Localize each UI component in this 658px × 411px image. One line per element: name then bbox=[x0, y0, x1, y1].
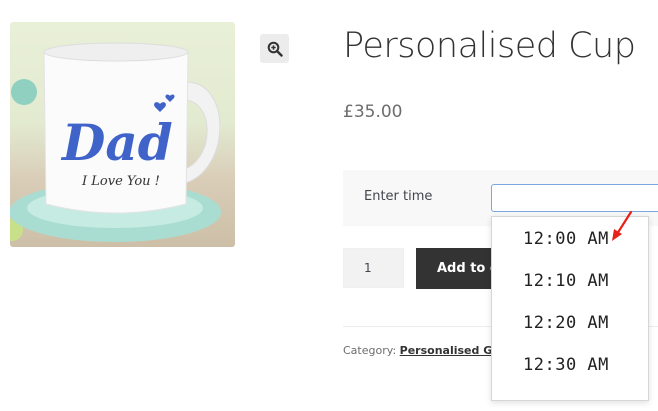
time-option[interactable]: 12:10 AM bbox=[523, 271, 609, 291]
mug-rim bbox=[43, 42, 189, 62]
quantity-input[interactable] bbox=[343, 248, 404, 288]
time-option[interactable]: 12:30 AM bbox=[523, 355, 609, 375]
product-title: Personalised Cup bbox=[343, 26, 636, 66]
time-option[interactable]: 12:20 AM bbox=[523, 313, 609, 333]
time-option[interactable]: 12:00 AM bbox=[523, 229, 609, 249]
mug-illustration: Dad I Love You ! bbox=[10, 42, 221, 242]
zoom-button[interactable] bbox=[260, 34, 289, 63]
category-label: Category: bbox=[343, 344, 397, 357]
product-price: £35.00 bbox=[343, 102, 403, 122]
zoom-in-icon bbox=[267, 41, 283, 57]
mug-text-sub: I Love You ! bbox=[81, 174, 160, 189]
product-image[interactable]: Dad I Love You ! bbox=[10, 22, 235, 247]
decor-ball bbox=[11, 79, 37, 105]
time-field-label: Enter time bbox=[364, 189, 433, 204]
red-arrow-icon bbox=[612, 210, 633, 241]
mug-text-main: Dad bbox=[60, 113, 173, 172]
